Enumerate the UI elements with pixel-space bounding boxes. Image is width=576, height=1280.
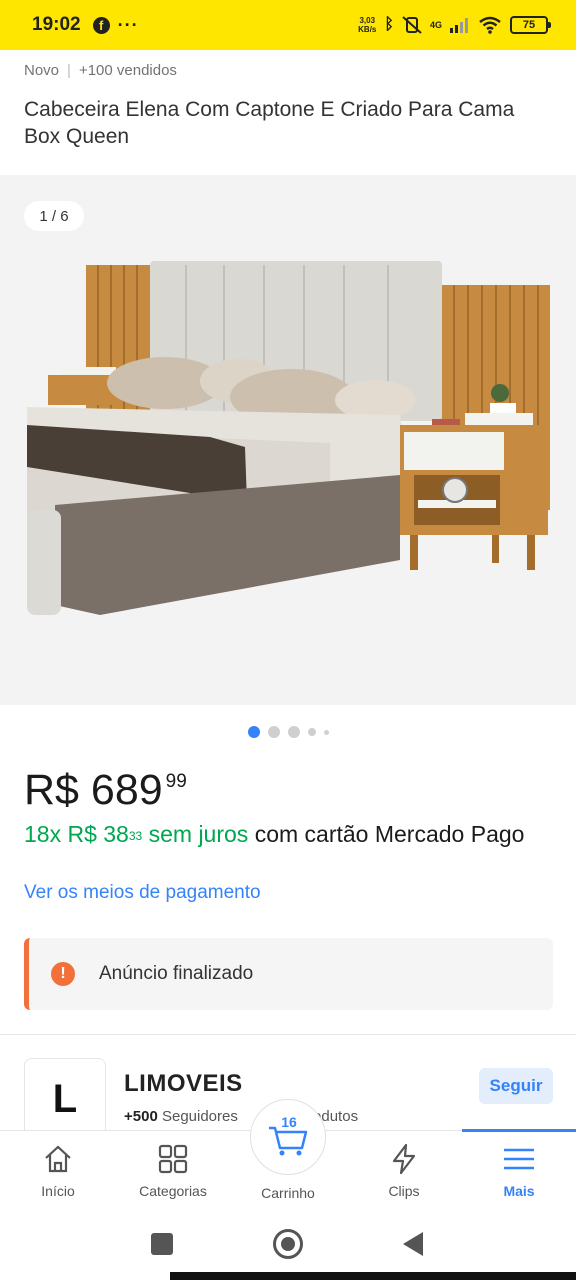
- status-icons: 3,03 KB/s ᛒ 4G 75: [358, 16, 551, 34]
- installments-suffix: com cartão Mercado Pago: [254, 821, 525, 847]
- price-cents: 99: [165, 771, 187, 792]
- followers-label: Seguidores: [161, 1108, 238, 1125]
- pagination-dot[interactable]: [247, 726, 260, 738]
- image-counter: 1 / 6: [24, 201, 84, 231]
- active-tab-indicator: [462, 1129, 576, 1132]
- product-image: [27, 261, 550, 615]
- wifi-icon: [479, 16, 501, 34]
- overflow-icon: ···: [117, 14, 139, 35]
- followers-count: +500: [124, 1108, 158, 1125]
- facebook-icon: f: [92, 16, 110, 34]
- nav-inicio[interactable]: Início: [8, 1141, 108, 1199]
- warning-icon: !: [51, 962, 75, 986]
- follow-button[interactable]: Seguir: [479, 1068, 553, 1104]
- nav-label: Categorias: [139, 1183, 207, 1199]
- nav-carrinho[interactable]: Carrinho: [238, 1185, 338, 1201]
- price: R$ 689 99: [24, 766, 187, 814]
- signal-icon: [450, 18, 468, 33]
- pagination-dot[interactable]: [287, 726, 300, 738]
- nav-label: Carrinho: [261, 1185, 315, 1201]
- status-bar: 19:02 f ··· 3,03 KB/s ᛒ 4G 75: [0, 0, 576, 50]
- muted-vibrate-icon: [402, 16, 422, 34]
- status-time: 19:02: [32, 14, 81, 35]
- bluetooth-icon: ᛒ: [384, 16, 394, 33]
- pagination-dot[interactable]: [323, 729, 329, 735]
- product-title: Cabeceira Elena Com Captone E Criado Par…: [24, 98, 515, 148]
- net-speed: 3,03 KB/s: [358, 16, 377, 34]
- product-condition: Novo: [24, 62, 60, 79]
- nav-clips[interactable]: Clips: [354, 1141, 454, 1199]
- battery-icon: 75: [510, 16, 551, 34]
- nav-label: Clips: [388, 1183, 420, 1199]
- nav-categorias[interactable]: Categorias: [123, 1141, 223, 1199]
- recent-apps-button[interactable]: [151, 1233, 173, 1255]
- nav-label: Mais: [503, 1183, 535, 1199]
- lightning-icon: [354, 1141, 454, 1177]
- installments: 18x R$ 3833 sem juros com cartão Mercado…: [24, 820, 544, 849]
- divider: [0, 1034, 576, 1035]
- grid-icon: [123, 1141, 223, 1177]
- installments-cents: 33: [128, 829, 143, 843]
- meta-divider: |: [67, 62, 71, 79]
- network-type: 4G: [429, 20, 442, 30]
- cart-button[interactable]: 16: [250, 1099, 326, 1175]
- notice-text: Anúncio finalizado: [99, 963, 254, 984]
- system-navigation: [0, 1210, 576, 1280]
- nav-label: Início: [41, 1183, 75, 1199]
- home-icon: [8, 1141, 108, 1177]
- installments-amount: 18x R$ 38: [24, 821, 129, 847]
- home-button[interactable]: [273, 1229, 303, 1259]
- menu-icon: [469, 1141, 569, 1177]
- seller-logo[interactable]: L: [24, 1058, 106, 1140]
- home-dot: [281, 1237, 295, 1251]
- sold-count: +100 vendidos: [78, 62, 177, 79]
- cart-count: 16: [281, 1114, 297, 1130]
- back-button[interactable]: [403, 1232, 423, 1256]
- bottom-navigation: Início Categorias Carrinho 16 Clips Mais: [0, 1099, 576, 1210]
- price-amount: R$ 689: [24, 766, 163, 814]
- product-gallery[interactable]: 1 / 6: [0, 175, 576, 705]
- installments-interest: sem juros: [148, 821, 249, 847]
- product-meta: Novo | +100 vendidos: [24, 62, 177, 79]
- pagination-dot[interactable]: [307, 728, 316, 736]
- seller-name[interactable]: LIMOVEIS: [124, 1070, 243, 1098]
- gesture-bar: [170, 1272, 576, 1280]
- listing-ended-notice: ! Anúncio finalizado: [24, 938, 553, 1010]
- nav-mais[interactable]: Mais: [469, 1141, 569, 1199]
- pagination-dot[interactable]: [267, 726, 280, 738]
- gallery-pagination[interactable]: [0, 726, 576, 738]
- payment-methods-link[interactable]: Ver os meios de pagamento: [24, 882, 261, 904]
